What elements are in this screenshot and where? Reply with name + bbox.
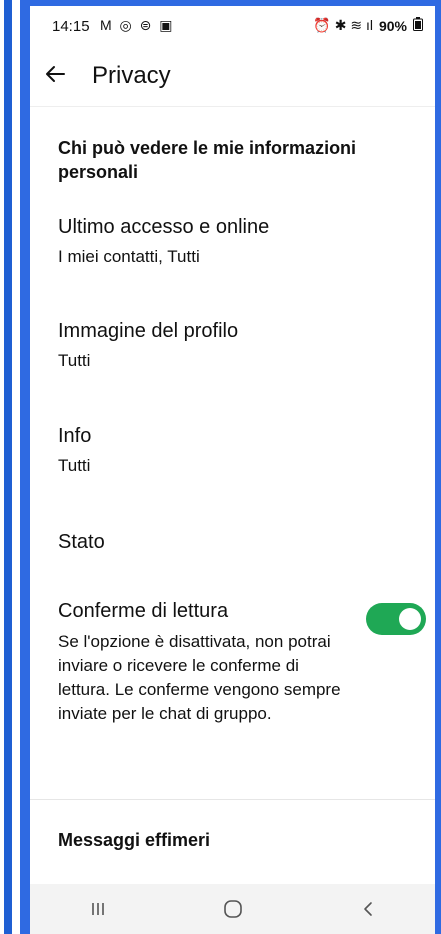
home-icon[interactable] — [203, 889, 263, 929]
setting-title: Ultimo accesso e online — [58, 216, 270, 238]
setting-info[interactable]: Info Tutti — [58, 423, 408, 477]
setting-value: Tutti — [58, 351, 91, 370]
back-icon[interactable] — [338, 889, 398, 929]
section-header: Chi può vedere le mie informazioni perso… — [58, 138, 357, 182]
right-frame — [435, 0, 441, 934]
recent-apps-icon[interactable] — [68, 889, 128, 929]
setting-title: Immagine del profilo — [58, 320, 239, 342]
setting-read-receipts[interactable]: Conferme di lettura — [58, 598, 358, 624]
read-receipts-description: Se l'opzione è disattivata, non potrai i… — [58, 632, 341, 723]
system-icons: ⏰ ✱ ≋ ıl — [313, 17, 373, 33]
setting-value: I miei contatti, Tutti — [58, 247, 200, 266]
setting-profile-photo[interactable]: Immagine del profilo Tutti — [58, 318, 408, 372]
status-bar: 14:15 M ◎ ⊜ ▣ ⏰ ✱ ≋ ıl 90% — [30, 6, 435, 46]
frame-bar — [20, 0, 30, 934]
app-bar: Privacy — [30, 46, 435, 107]
toggle-knob — [399, 608, 421, 630]
phone-screen: 14:15 M ◎ ⊜ ▣ ⏰ ✱ ≋ ıl 90% Privacy Chi p… — [30, 6, 435, 934]
setting-status[interactable]: Stato — [58, 529, 408, 555]
setting-title: Info — [58, 425, 92, 447]
back-arrow-icon[interactable] — [42, 60, 78, 96]
setting-ephemeral-messages[interactable]: Messaggi effimeri — [58, 830, 210, 851]
setting-last-seen[interactable]: Ultimo accesso e online I miei contatti,… — [58, 214, 408, 268]
page-title: Privacy — [92, 62, 171, 89]
status-right: ⏰ ✱ ≋ ıl 90% — [313, 17, 423, 34]
battery-icon — [413, 17, 423, 34]
setting-title: Stato — [58, 531, 105, 553]
frame-bar — [4, 0, 12, 934]
system-nav-bar — [30, 884, 435, 934]
status-time: 14:15 — [52, 18, 90, 35]
divider — [30, 799, 435, 800]
setting-value: Tutti — [58, 456, 91, 475]
battery-percent: 90% — [378, 17, 407, 34]
notification-icons: M ◎ ⊜ ▣ — [100, 17, 175, 33]
setting-title: Conferme di lettura — [58, 600, 229, 622]
left-frame — [0, 0, 30, 934]
read-receipts-toggle[interactable] — [366, 603, 426, 635]
